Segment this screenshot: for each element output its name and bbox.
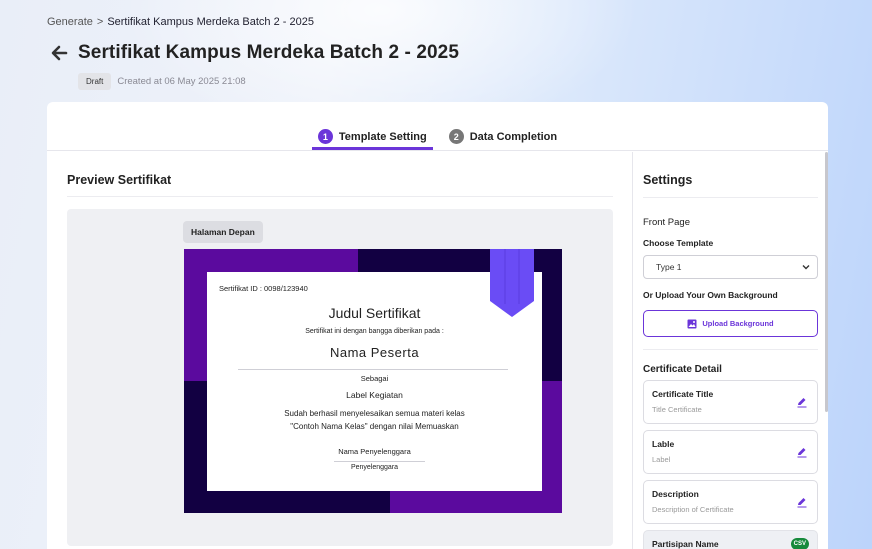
- tab-number-2: 2: [448, 129, 464, 144]
- image-icon: [687, 319, 697, 328]
- field-participant-name[interactable]: Partisipan Name CSV: [643, 530, 818, 549]
- tab-bar: 1 Template Setting 2 Data Completion: [47, 102, 828, 151]
- certificate-organizer-name: Nama Penyelenggara: [338, 447, 411, 456]
- field-title: Certificate Title: [652, 389, 714, 399]
- template-select-value: Type 1: [656, 262, 682, 272]
- certificate-sebagai: Sebagai: [360, 374, 389, 383]
- ribbon-icon: [490, 249, 534, 317]
- tab-template-setting[interactable]: 1 Template Setting: [311, 129, 433, 150]
- preview-heading: Preview Sertifikat: [67, 173, 172, 187]
- settings-scrollbar[interactable]: [825, 152, 828, 412]
- upload-background-label: Upload Background: [702, 319, 774, 328]
- divider: [643, 349, 818, 350]
- breadcrumb-separator: >: [96, 16, 104, 28]
- settings-panel: Settings Front Page Choose Template Type…: [643, 152, 818, 549]
- meta-row: Draft Created at 06 May 2025 21:08: [78, 73, 246, 90]
- back-arrow-icon[interactable]: [50, 44, 68, 62]
- certificate-id: Sertifikat ID : 0098/123940: [219, 284, 308, 293]
- edit-icon[interactable]: [796, 446, 808, 458]
- breadcrumb-current: Sertifikat Kampus Merdeka Batch 2 - 2025: [107, 16, 314, 28]
- settings-heading: Settings: [643, 173, 693, 187]
- field-title: Description: [652, 489, 699, 499]
- tab-data-completion[interactable]: 2 Data Completion: [443, 129, 563, 150]
- field-label[interactable]: Lable Label: [643, 430, 818, 474]
- edit-icon[interactable]: [796, 396, 808, 408]
- divider: [238, 369, 508, 370]
- chevron-down-icon: [802, 265, 810, 270]
- upload-own-label: Or Upload Your Own Background: [643, 290, 778, 300]
- choose-template-label: Choose Template: [643, 238, 714, 248]
- preview-pane: Preview Sertifikat Halaman Depan Sertifi…: [47, 152, 632, 549]
- field-description[interactable]: Description Description of Certificate: [643, 480, 818, 524]
- edit-icon[interactable]: [796, 496, 808, 508]
- certificate-label: Label Kegiatan: [346, 390, 403, 400]
- created-timestamp: Created at 06 May 2025 21:08: [117, 76, 246, 87]
- front-page-label: Front Page: [643, 217, 690, 228]
- preview-box: Halaman Depan Sertifikat ID : 0098/12394…: [67, 209, 613, 546]
- certificate-detail-heading: Certificate Detail: [643, 364, 722, 375]
- breadcrumb: Generate > Sertifikat Kampus Merdeka Bat…: [47, 16, 314, 28]
- field-subtitle: Description of Certificate: [652, 505, 734, 514]
- upload-background-button[interactable]: Upload Background: [643, 310, 818, 337]
- divider: [643, 197, 818, 198]
- certificate-preview: Sertifikat ID : 0098/123940 Judul Sertif…: [184, 249, 562, 513]
- csv-badge: CSV: [790, 538, 809, 549]
- main-card: 1 Template Setting 2 Data Completion Pre…: [47, 102, 828, 549]
- template-select[interactable]: Type 1: [643, 255, 818, 279]
- certificate-organizer-role: Penyelenggara: [350, 464, 399, 471]
- title-row: Sertifikat Kampus Merdeka Batch 2 - 2025: [50, 42, 459, 64]
- field-title: Partisipan Name: [652, 539, 719, 549]
- page-chip-front[interactable]: Halaman Depan: [183, 221, 263, 243]
- field-title: Lable: [652, 439, 675, 449]
- divider: [334, 461, 425, 462]
- tab-label: Template Setting: [338, 130, 427, 143]
- certificate-participant-name: Nama Peserta: [329, 345, 420, 360]
- field-certificate-title[interactable]: Certificate Title Title Certificate: [643, 380, 818, 424]
- certificate-description: Sudah berhasil menyelesaikan semua mater…: [284, 409, 465, 431]
- divider: [67, 196, 613, 197]
- certificate-subtitle: Sertifikat ini dengan bangga diberikan p…: [305, 328, 444, 335]
- page-title: Sertifikat Kampus Merdeka Batch 2 - 2025: [78, 42, 459, 63]
- status-badge: Draft: [78, 73, 112, 90]
- breadcrumb-root[interactable]: Generate: [47, 16, 93, 28]
- field-subtitle: Label: [652, 455, 671, 464]
- field-subtitle: Title Certificate: [652, 405, 702, 414]
- tab-number-1: 1: [317, 129, 333, 144]
- tab-label: Data Completion: [469, 130, 558, 143]
- divider: [632, 152, 633, 549]
